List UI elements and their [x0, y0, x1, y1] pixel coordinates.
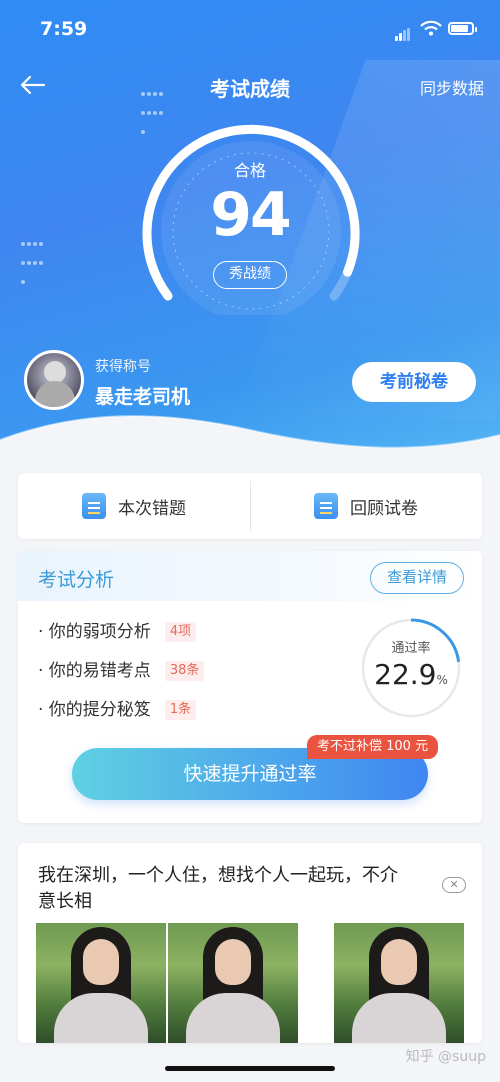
wrong-questions-label: 本次错题 [118, 498, 186, 519]
home-indicator[interactable] [165, 1066, 335, 1071]
item-label: · 你的弱项分析 [38, 622, 151, 642]
review-paper-icon [314, 493, 338, 519]
ad-image [168, 923, 298, 1043]
view-details-button[interactable]: 查看详情 [370, 562, 464, 594]
wave-divider [0, 415, 500, 480]
item-label: · 你的易错考点 [38, 661, 151, 681]
pass-rate-number: 22.9 [374, 658, 437, 691]
ad-image [36, 923, 166, 1043]
show-record-button[interactable]: 秀战绩 [213, 261, 287, 289]
avatar[interactable] [24, 350, 84, 410]
pass-rate-value: 22.9% [360, 658, 462, 691]
analysis-title: 考试分析 [38, 569, 115, 591]
exam-secret-paper-button[interactable]: 考前秘卷 [352, 362, 476, 402]
score-status-label: 合格 [233, 161, 266, 180]
watermark: 知乎 @suup [405, 1049, 486, 1065]
earned-title-value: 暴走老司机 [95, 386, 191, 408]
signal-icon [395, 22, 411, 41]
close-icon[interactable]: ✕ [442, 877, 466, 893]
count-tag: 4项 [164, 622, 197, 642]
status-bar: 7:59 [0, 0, 500, 58]
count-tag: 38条 [164, 661, 205, 681]
review-paper-label: 回顾试卷 [350, 498, 418, 519]
pass-rate-label: 通过率 [391, 641, 431, 656]
status-time: 7:59 [40, 18, 88, 40]
item-label: · 你的提分秘笈 [38, 700, 151, 720]
list-item-error-points[interactable]: · 你的易错考点 38条 [38, 656, 205, 681]
list-item-weakness[interactable]: · 你的弱项分析 4项 [38, 617, 197, 642]
battery-icon [448, 22, 477, 35]
compensation-badge: 考不过补偿 100 元 [307, 735, 439, 759]
wifi-icon [420, 20, 442, 36]
wrong-questions-button[interactable]: 本次错题 [18, 473, 250, 539]
error-list-icon [82, 493, 106, 519]
list-item-tips[interactable]: · 你的提分秘笈 1条 [38, 695, 197, 720]
exam-analysis-card: 考试分析 查看详情 · 你的弱项分析 4项 · 你的易错考点 38条 · 你的提分秘… [18, 551, 482, 823]
ad-text: 我在深圳，一个人住，想找个人一起玩，不介意长相 [38, 865, 398, 912]
earned-title-label: 获得称号 [95, 359, 151, 375]
action-card: 本次错题 回顾试卷 [18, 473, 482, 539]
count-tag: 1条 [164, 700, 197, 720]
review-paper-button[interactable]: 回顾试卷 [250, 473, 482, 539]
pass-rate-unit: % [436, 673, 448, 687]
ad-card[interactable]: 我在深圳，一个人住，想找个人一起玩，不介意长相 ✕ [18, 843, 482, 1043]
score-value: 94 [210, 180, 292, 250]
ad-image [334, 923, 464, 1043]
sync-data-button[interactable]: 同步数据 [420, 75, 484, 99]
